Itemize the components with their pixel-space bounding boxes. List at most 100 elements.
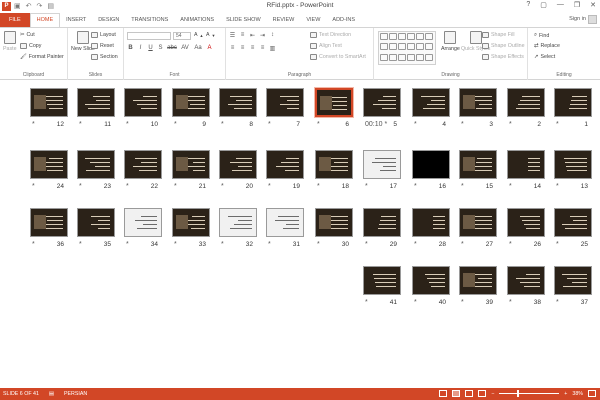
slide-thumbnail[interactable]	[266, 88, 304, 117]
slide-transition-star-icon[interactable]: *	[174, 121, 177, 128]
block-arrow-shape-icon[interactable]	[398, 43, 406, 51]
slide-transition-star-icon[interactable]: *	[556, 121, 559, 128]
slide-transition-star-icon[interactable]: *	[221, 121, 224, 128]
slide-thumbnail[interactable]	[363, 208, 401, 237]
slide-thumbnail[interactable]	[124, 150, 162, 179]
grow-font-button[interactable]: A ▲	[194, 32, 204, 38]
slide-thumbnail[interactable]	[507, 208, 545, 237]
shrink-font-button[interactable]: A ▼	[206, 32, 216, 38]
character-spacing-button[interactable]: AV	[180, 45, 190, 51]
slide-thumbnail[interactable]	[554, 266, 592, 295]
more-shapes-icon[interactable]	[425, 53, 433, 61]
underline-button[interactable]: U	[147, 45, 154, 51]
slide-thumbnail[interactable]	[412, 208, 450, 237]
elbow-connector-shape-icon[interactable]	[389, 43, 397, 51]
align-text-button[interactable]: Align Text	[310, 43, 342, 49]
italic-button[interactable]: I	[137, 45, 144, 51]
tab-insert[interactable]: INSERT	[60, 13, 92, 27]
slide-thumbnail[interactable]	[124, 208, 162, 237]
tab-animations[interactable]: ANIMATIONS	[174, 13, 220, 27]
slide-thumbnail[interactable]	[219, 208, 257, 237]
slide-thumbnail[interactable]	[315, 150, 353, 179]
slide-transition-star-icon[interactable]: *	[509, 183, 512, 190]
slide-thumbnail[interactable]	[77, 150, 115, 179]
shape-outline-button[interactable]: Shape Outline	[482, 43, 525, 49]
fit-to-window-icon[interactable]	[588, 390, 596, 397]
slide-transition-star-icon[interactable]: *	[556, 241, 559, 248]
reading-view-icon[interactable]	[465, 390, 474, 397]
slide-transition-star-icon[interactable]: *	[268, 241, 271, 248]
minimize-icon[interactable]: —	[557, 1, 564, 9]
slide-thumbnail[interactable]	[172, 208, 210, 237]
slide-transition-star-icon[interactable]: *	[509, 299, 512, 306]
slide-thumbnail[interactable]	[412, 150, 450, 179]
copy-button[interactable]: Copy	[20, 43, 41, 49]
slide-thumbnail[interactable]	[363, 88, 401, 117]
language-status[interactable]: PERSIAN	[64, 391, 87, 397]
slide-transition-star-icon[interactable]: *	[126, 121, 129, 128]
slide-thumbnail[interactable]	[554, 88, 592, 117]
slide-thumbnail[interactable]	[507, 266, 545, 295]
shape-effects-button[interactable]: Shape Effects	[482, 54, 524, 60]
slide-thumbnail[interactable]	[363, 266, 401, 295]
slide-transition-star-icon[interactable]: *	[317, 241, 320, 248]
slide-thumbnail[interactable]	[363, 150, 401, 179]
select-button[interactable]: ➚ Select	[534, 54, 555, 60]
slide-transition-star-icon[interactable]: *	[509, 121, 512, 128]
zoom-in-button[interactable]: +	[564, 391, 567, 397]
font-size-box[interactable]: 54	[173, 32, 191, 40]
zoom-slider-knob[interactable]	[517, 390, 520, 397]
slide-thumbnail[interactable]	[314, 87, 354, 118]
slide-thumbnail[interactable]	[412, 88, 450, 117]
arrange-button[interactable]: Arrange	[441, 31, 460, 52]
textbox-shape-icon[interactable]	[380, 33, 388, 40]
slide-thumbnail[interactable]	[507, 150, 545, 179]
tab-design[interactable]: DESIGN	[92, 13, 125, 27]
format-painter-button[interactable]: 🖌 Format Painter	[20, 54, 64, 60]
star-shape-icon[interactable]	[407, 43, 415, 51]
arrow-shape-icon[interactable]	[398, 33, 406, 40]
slide-transition-star-icon[interactable]: *	[556, 183, 559, 190]
tab-view[interactable]: VIEW	[300, 13, 326, 27]
slide-thumbnail[interactable]	[266, 208, 304, 237]
shadow-button[interactable]: S	[157, 45, 164, 51]
slide-show-view-icon[interactable]	[478, 390, 487, 397]
slide-transition-star-icon[interactable]: *	[32, 121, 35, 128]
slide-transition-star-icon[interactable]: *	[221, 241, 224, 248]
align-left-icon[interactable]: ≡	[229, 45, 236, 52]
slide-thumbnail[interactable]	[30, 88, 68, 117]
lightning-shape-icon[interactable]	[416, 53, 424, 61]
tab-home[interactable]: HOME	[29, 13, 61, 27]
zoom-level[interactable]: 38%	[572, 391, 583, 397]
slide-thumbnail[interactable]	[77, 208, 115, 237]
rectangle-shape-icon[interactable]	[407, 33, 415, 40]
triangle-shape-icon[interactable]	[380, 43, 388, 51]
slide-thumbnail[interactable]	[30, 208, 68, 237]
slide-thumbnail[interactable]	[30, 150, 68, 179]
slide-thumbnail[interactable]	[219, 150, 257, 179]
zoom-slider[interactable]	[499, 390, 560, 397]
slide-transition-star-icon[interactable]: *	[126, 241, 129, 248]
layout-button[interactable]: Layout	[91, 32, 116, 38]
slide-transition-star-icon[interactable]: *	[126, 183, 129, 190]
slide-transition-star-icon[interactable]: *	[79, 183, 82, 190]
slide-transition-star-icon[interactable]: *	[268, 121, 271, 128]
slide-thumbnail[interactable]	[459, 208, 497, 237]
proofing-icon[interactable]: ▤	[49, 391, 54, 397]
slide-thumbnail[interactable]	[315, 208, 353, 237]
slide-transition-star-icon[interactable]: *	[365, 241, 368, 248]
slide-transition-star-icon[interactable]: *	[317, 121, 320, 128]
tab-file[interactable]: FILE	[0, 13, 30, 27]
convert-smartart-button[interactable]: Convert to SmartArt	[310, 54, 366, 60]
line-spacing-icon[interactable]: ↕	[269, 32, 276, 39]
slide-transition-star-icon[interactable]: *	[32, 183, 35, 190]
change-case-button[interactable]: Aa	[193, 45, 203, 51]
bold-button[interactable]: B	[127, 45, 134, 51]
pentagon-shape-icon[interactable]	[389, 53, 397, 61]
slide-thumbnail[interactable]	[266, 150, 304, 179]
shape-fill-button[interactable]: Shape Fill	[482, 32, 515, 38]
tab-slide-show[interactable]: SLIDE SHOW	[220, 13, 267, 27]
slide-thumbnail[interactable]	[459, 88, 497, 117]
slide-thumbnail[interactable]	[459, 266, 497, 295]
paste-button[interactable]: Paste	[3, 31, 17, 52]
